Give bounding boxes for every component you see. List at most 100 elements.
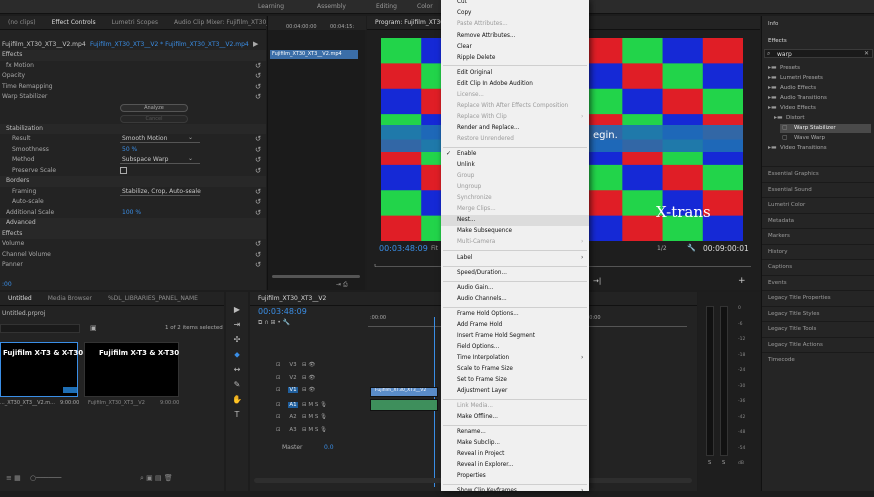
workspace-tab[interactable]: Editing — [376, 3, 397, 10]
wrench-icon[interactable]: 🔧 — [687, 244, 696, 252]
menu-item[interactable]: Nest... — [441, 215, 589, 226]
lock-icon[interactable]: ⊡ — [276, 414, 281, 420]
menu-item[interactable]: Time Interpolation › — [441, 353, 589, 364]
add-button-icon[interactable]: + — [738, 276, 746, 286]
track-name[interactable]: V3 — [288, 362, 298, 368]
lock-icon[interactable]: ⊡ — [276, 427, 281, 433]
effect-row-value[interactable]: 50 % — [122, 146, 137, 153]
project-tab[interactable]: Untitled — [0, 295, 40, 302]
effect-row[interactable]: Effects — [0, 50, 266, 61]
track-toggle-icons[interactable]: ⊟ 👁 — [302, 387, 315, 393]
track-header[interactable]: ⊡ V3 ⊟ 👁 — [250, 360, 370, 372]
reset-icon[interactable]: ↺ — [255, 239, 261, 248]
menu-item[interactable]: Audio Gain... — [441, 283, 589, 294]
menu-item[interactable]: Insert Frame Hold Segment — [441, 331, 589, 342]
slip-tool-icon[interactable]: ↔ — [226, 362, 248, 377]
lock-icon[interactable]: ⊡ — [276, 375, 281, 381]
type-tool-icon[interactable]: T — [226, 407, 248, 422]
effects-tree-item[interactable]: ▸▬ Presets — [766, 64, 871, 73]
lock-icon[interactable]: ⊡ — [276, 362, 281, 368]
ec-tab[interactable]: (no clips) — [0, 19, 44, 26]
menu-item[interactable]: Make Offline... — [441, 412, 589, 423]
effect-row[interactable]: fx Motion ↺ — [0, 61, 266, 72]
menu-item[interactable]: Clear — [441, 42, 589, 53]
panel-list-item[interactable]: Timecode — [762, 352, 874, 367]
menu-item[interactable]: Render and Replace... — [441, 123, 589, 134]
effects-tree-item[interactable]: ▢ Warp Stabilizer — [780, 124, 871, 133]
workspace-tab[interactable]: Assembly — [317, 3, 346, 10]
menu-item[interactable]: Show Clip Keyframes › — [441, 486, 589, 497]
effect-row[interactable]: Method Subspace Warp ⌄ ↺ — [0, 155, 266, 166]
step-forward-icon[interactable]: →| — [593, 277, 601, 285]
reset-icon[interactable]: ↺ — [255, 260, 261, 269]
zoom-slider[interactable]: ○────── — [30, 474, 61, 482]
video-clip-v1[interactable]: Fujifilm_XT30_XT3__V2 — [370, 387, 438, 397]
bin-icon[interactable]: ▣ — [90, 324, 97, 332]
panel-list-item[interactable]: Essential Graphics — [762, 166, 874, 181]
lock-icon[interactable]: ⊡ — [276, 402, 281, 408]
panel-list-item[interactable]: Lumetri Color — [762, 197, 874, 212]
effect-row[interactable]: Time Remapping ↺ — [0, 82, 266, 93]
export-icon[interactable]: ⇥ ⎙ — [336, 281, 348, 289]
project-thumb-1[interactable]: Fujifilm X-T3 & X-T30 — [0, 342, 83, 397]
panel-list-item[interactable]: Captions — [762, 259, 874, 274]
effect-row[interactable]: Stabilization — [0, 123, 266, 134]
menu-item[interactable]: Remove Attributes... — [441, 31, 589, 42]
reset-icon[interactable]: ↺ — [255, 82, 261, 91]
panel-list-item[interactable]: Legacy Title Tools — [762, 321, 874, 336]
cancel-button[interactable]: Cancel — [120, 115, 188, 123]
reset-icon[interactable]: ↺ — [255, 61, 261, 70]
menu-item[interactable]: Properties — [441, 471, 589, 482]
menu-item[interactable]: Reveal in Project — [441, 449, 589, 460]
track-header[interactable]: ⊡ A2 ⊟ M S 🎙 — [250, 412, 370, 424]
chevron-down-icon[interactable]: ⌄ — [188, 155, 193, 162]
program-timecode[interactable]: 00:03:48:09 — [379, 244, 428, 253]
effects-tree-item[interactable]: ▸▬ Video Transitions — [766, 144, 871, 153]
reset-icon[interactable]: ↺ — [255, 155, 261, 164]
track-name[interactable]: A3 — [288, 427, 298, 433]
track-header[interactable]: ⊡ A3 ⊟ M S 🎙 — [250, 425, 370, 437]
mini-scrollbar[interactable] — [272, 275, 360, 278]
project-tab[interactable]: %DL_LIBRARIES_PANEL_NAME — [100, 295, 206, 302]
reset-icon[interactable]: ↺ — [255, 71, 261, 80]
menu-item[interactable]: Reveal in Explorer... — [441, 460, 589, 471]
menu-item[interactable]: Frame Hold Options... — [441, 309, 589, 320]
ec-tab[interactable]: Effect Controls — [44, 19, 104, 26]
panel-list-item[interactable]: Essential Sound — [762, 181, 874, 197]
track-name[interactable]: V2 — [288, 375, 298, 381]
workspace-tab[interactable]: Color — [417, 3, 433, 10]
checkbox[interactable] — [120, 166, 127, 174]
play-icon[interactable]: ▶ — [253, 40, 258, 48]
effect-row[interactable]: Framing Stabilize, Crop, Auto-scale ⌄ ↺ — [0, 187, 266, 198]
track-toggle-icons[interactable]: ⊟ M S 🎙 — [302, 402, 327, 408]
menu-item[interactable]: Field Options... — [441, 342, 589, 353]
panel-list-item[interactable]: Metadata — [762, 212, 874, 228]
menu-item[interactable]: Edit Clip In Adobe Audition — [441, 79, 589, 90]
reset-icon[interactable]: ↺ — [255, 250, 261, 259]
menu-item[interactable]: Add Frame Hold — [441, 320, 589, 331]
effect-row-value[interactable]: 100 % — [122, 209, 141, 216]
fit-select[interactable]: Fit — [431, 245, 438, 252]
project-thumb-2[interactable]: Fujifilm X-T3 & X-T30 — [84, 342, 179, 397]
project-search-input[interactable] — [0, 324, 80, 333]
lock-icon[interactable]: ⊡ — [276, 387, 281, 393]
menu-item[interactable]: Adjustment Layer — [441, 386, 589, 397]
menu-item[interactable]: Ripple Delete — [441, 53, 589, 64]
menu-item[interactable]: Unlink — [441, 160, 589, 171]
effects-tree-item[interactable]: ▸▬ Video Effects — [766, 104, 871, 113]
track-header[interactable]: ⊡ V1 ⊟ 👁 — [250, 385, 370, 397]
list-view-icon[interactable]: ≡ ▦ — [6, 474, 21, 482]
pen-tool-icon[interactable]: ✎ — [226, 377, 248, 392]
chevron-down-icon[interactable]: ⌄ — [188, 187, 193, 194]
panel-list-item[interactable]: Markers — [762, 228, 874, 243]
selection-tool-icon[interactable]: ▶ — [226, 302, 248, 317]
effect-row[interactable]: Channel Volume ↺ — [0, 250, 266, 261]
effect-row[interactable]: Advanced — [0, 218, 266, 229]
effect-row[interactable]: Auto-scale ↺ — [0, 197, 266, 208]
reset-icon[interactable]: ↺ — [255, 145, 261, 154]
reset-icon[interactable]: ↺ — [255, 208, 261, 217]
panel-list-item[interactable]: History — [762, 243, 874, 259]
analyze-button[interactable]: Analyze — [120, 104, 188, 112]
track-toggle-icons[interactable]: ⊟ M S 🎙 — [302, 427, 327, 433]
effect-row[interactable]: Warp Stabilizer ↺ — [0, 92, 266, 103]
